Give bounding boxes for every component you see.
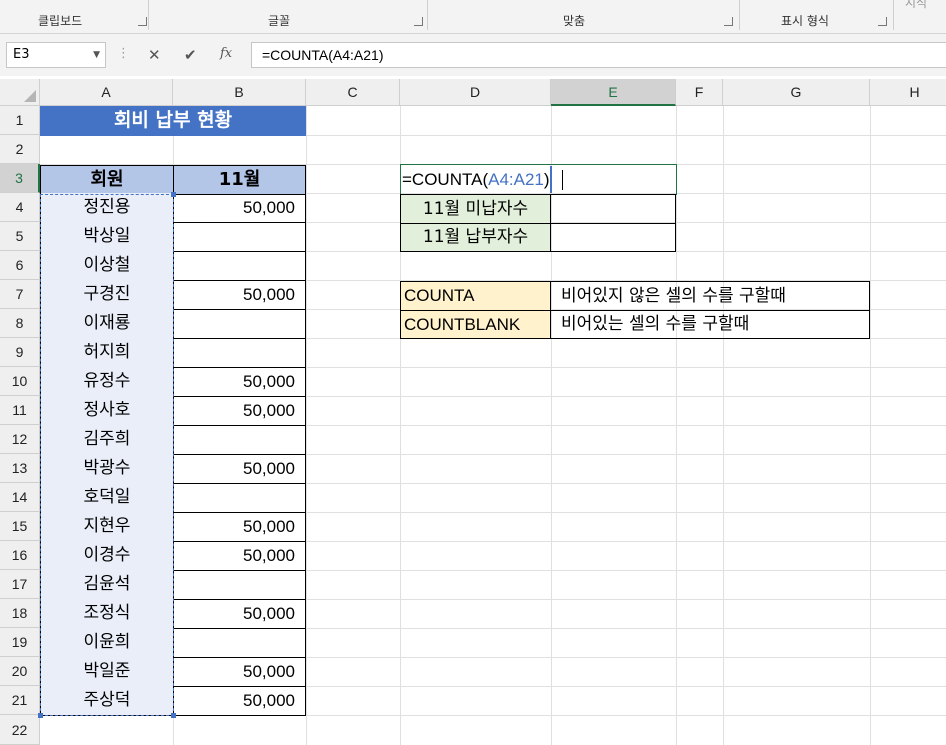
- sheet-title[interactable]: 회비 납부 현황: [40, 106, 306, 136]
- member-amount[interactable]: [173, 338, 306, 368]
- range-handle[interactable]: [171, 192, 176, 197]
- member-amount[interactable]: [173, 309, 306, 339]
- column-header-f[interactable]: F: [676, 79, 723, 106]
- clipboard-launcher-icon[interactable]: [138, 17, 147, 26]
- ribbon-separator: [148, 0, 149, 30]
- column-header-c[interactable]: C: [306, 79, 400, 106]
- header-month[interactable]: 11월: [173, 165, 306, 195]
- row-header[interactable]: 2: [0, 135, 40, 164]
- font-launcher-icon[interactable]: [414, 17, 423, 26]
- member-amount[interactable]: 50,000: [173, 193, 306, 223]
- cancel-icon[interactable]: ✕: [148, 46, 161, 64]
- header-member[interactable]: 회원: [40, 165, 174, 195]
- function-name-counta[interactable]: COUNTA: [400, 281, 551, 311]
- member-amount[interactable]: 50,000: [173, 599, 306, 629]
- row-header[interactable]: 16: [0, 541, 40, 570]
- enter-check-icon[interactable]: ✔: [184, 46, 197, 64]
- row-header[interactable]: 11: [0, 396, 40, 425]
- column-header-e[interactable]: E: [551, 79, 676, 106]
- row-header[interactable]: 8: [0, 309, 40, 338]
- ribbon-separator: [893, 0, 894, 30]
- member-amount[interactable]: 50,000: [173, 454, 306, 484]
- ribbon-group-font: 글꼴: [268, 14, 291, 28]
- member-amount[interactable]: [173, 222, 306, 252]
- column-header-d[interactable]: D: [400, 79, 551, 106]
- member-amount[interactable]: [173, 483, 306, 513]
- range-highlight-marker: [550, 166, 552, 193]
- name-box[interactable]: E3 ▼: [6, 42, 106, 68]
- text-cursor: [562, 170, 563, 190]
- row-header[interactable]: 21: [0, 686, 40, 715]
- reference-range-highlight: [40, 194, 174, 716]
- range-handle[interactable]: [171, 713, 176, 718]
- name-box-value: E3: [13, 47, 30, 62]
- function-desc-counta[interactable]: 비어있지 않은 셀의 수를 구할때: [550, 281, 870, 311]
- alignment-launcher-icon[interactable]: [724, 17, 733, 26]
- unpaid-count-value[interactable]: [550, 194, 676, 224]
- row-header[interactable]: 14: [0, 483, 40, 512]
- ribbon-group-alignment: 맞춤: [563, 14, 586, 28]
- member-amount[interactable]: [173, 425, 306, 455]
- ribbon-group-styles: 시식: [905, 0, 928, 10]
- row-header[interactable]: 3: [0, 164, 40, 193]
- function-name-countblank[interactable]: COUNTBLANK: [400, 310, 551, 339]
- unpaid-count-label[interactable]: 11월 미납자수: [400, 194, 551, 224]
- member-amount[interactable]: 50,000: [173, 512, 306, 542]
- member-amount[interactable]: 50,000: [173, 396, 306, 426]
- row-header[interactable]: 18: [0, 599, 40, 628]
- range-handle[interactable]: [38, 713, 43, 718]
- row-header[interactable]: 4: [0, 193, 40, 222]
- formula-input[interactable]: =COUNTA(A4:A21): [251, 42, 946, 68]
- ribbon-group-clipboard: 클립보드: [38, 14, 83, 28]
- row-header[interactable]: 10: [0, 367, 40, 396]
- paid-count-label[interactable]: 11월 납부자수: [400, 223, 551, 252]
- more-options-icon[interactable]: ⋮: [117, 46, 130, 61]
- row-header[interactable]: 20: [0, 657, 40, 686]
- member-amount[interactable]: 50,000: [173, 541, 306, 571]
- member-amount[interactable]: 50,000: [173, 686, 306, 716]
- member-amount[interactable]: [173, 570, 306, 600]
- member-amount[interactable]: [173, 628, 306, 658]
- column-header-h[interactable]: H: [870, 79, 946, 106]
- member-amount[interactable]: 50,000: [173, 657, 306, 687]
- row-header[interactable]: 15: [0, 512, 40, 541]
- member-amount[interactable]: 50,000: [173, 367, 306, 397]
- ribbon-separator: [739, 0, 740, 30]
- member-amount[interactable]: 50,000: [173, 280, 306, 310]
- row-header[interactable]: 19: [0, 628, 40, 657]
- chevron-down-icon[interactable]: ▼: [93, 43, 100, 67]
- ribbon-group-labels: 클립보드 글꼴 맞춤 표시 형식 시식: [0, 0, 946, 34]
- member-amount[interactable]: [173, 251, 306, 281]
- row-header[interactable]: 7: [0, 280, 40, 309]
- row-header[interactable]: 17: [0, 570, 40, 599]
- row-header[interactable]: 9: [0, 338, 40, 367]
- active-cell-border: [400, 164, 677, 195]
- row-header[interactable]: 22: [0, 715, 40, 745]
- formula-bar: E3 ▼ ⋮ ✕ ✔ fx =COUNTA(A4:A21): [0, 34, 946, 76]
- row-header[interactable]: 5: [0, 222, 40, 251]
- insert-function-icon[interactable]: fx: [220, 46, 232, 61]
- column-header-a[interactable]: A: [40, 79, 173, 106]
- ribbon-separator: [427, 0, 428, 30]
- row-header[interactable]: 13: [0, 454, 40, 483]
- select-all-triangle-icon: [24, 90, 36, 102]
- paid-count-value[interactable]: [550, 223, 676, 252]
- function-desc-countblank[interactable]: 비어있는 셀의 수를 구할때: [550, 310, 870, 339]
- row-header[interactable]: 1: [0, 106, 40, 135]
- column-header-b[interactable]: B: [173, 79, 306, 106]
- select-all-corner[interactable]: [0, 79, 40, 106]
- row-header[interactable]: 12: [0, 425, 40, 454]
- column-header-g[interactable]: G: [723, 79, 870, 106]
- number-format-launcher-icon[interactable]: [878, 17, 887, 26]
- ribbon-group-number-format: 표시 형식: [781, 14, 829, 28]
- row-header[interactable]: 6: [0, 251, 40, 280]
